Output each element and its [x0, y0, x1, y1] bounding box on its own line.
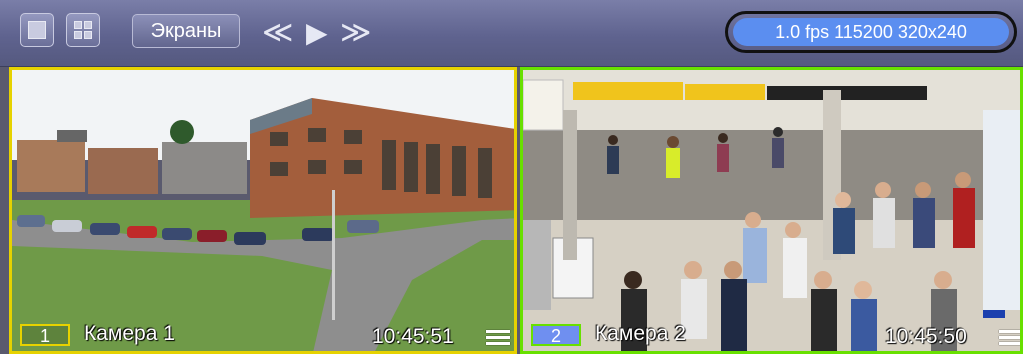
camera-2-name: Камера 2: [595, 322, 686, 345]
camera-2-image: [523, 70, 1020, 351]
stream-info: 1.0 fps 115200 320x240: [733, 18, 1009, 46]
camera-1-name: Камера 1: [84, 322, 175, 345]
next-icon[interactable]: ≫: [340, 18, 371, 48]
screens-button[interactable]: Экраны: [132, 14, 240, 48]
camera-1-image: [12, 70, 514, 351]
camera-1-number: 1: [20, 324, 70, 346]
single-view-icon[interactable]: [20, 13, 54, 47]
camera-2-number: 2: [531, 324, 581, 346]
camera-1-time: 10:45:51: [372, 325, 454, 348]
previous-icon[interactable]: ≪: [262, 18, 293, 48]
camera-2-view[interactable]: 2 Камера 2 10:45:50: [520, 67, 1023, 354]
hamburger-menu-icon[interactable]: [486, 327, 510, 347]
camera-2-time: 10:45:50: [885, 325, 967, 348]
hamburger-menu-icon[interactable]: [999, 327, 1020, 347]
stream-info-highlight: 1.0 fps 115200 320x240: [725, 11, 1017, 53]
toolbar: Экраны ≪ ▶ ≫ 1.0 fps 115200 320x240: [0, 0, 1023, 67]
play-icon[interactable]: ▶: [306, 18, 328, 48]
camera-2-overlay: 2 Камера 2 10:45:50: [523, 317, 1020, 351]
camera-1-view[interactable]: 1 Камера 1 10:45:51: [9, 67, 517, 354]
grid-view-icon[interactable]: [66, 13, 100, 47]
camera-1-overlay: 1 Камера 1 10:45:51: [12, 317, 514, 351]
